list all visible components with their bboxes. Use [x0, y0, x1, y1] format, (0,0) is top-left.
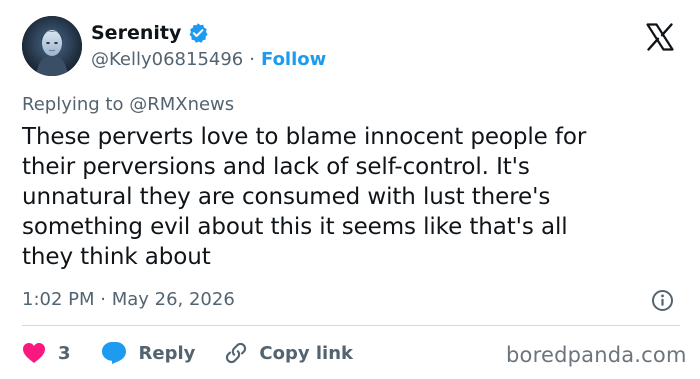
avatar-image: [22, 16, 82, 76]
info-icon[interactable]: [651, 289, 674, 312]
tweet-card: Serenity @Kelly06815496 · Follow Replyin…: [0, 0, 700, 379]
reply-label: Reply: [138, 342, 196, 364]
link-icon: [226, 342, 247, 364]
like-count: 3: [58, 342, 71, 364]
x-logo-icon[interactable]: [645, 22, 675, 52]
avatar[interactable]: [22, 16, 82, 76]
follow-button[interactable]: Follow: [261, 47, 326, 73]
copy-link-button[interactable]: Copy link: [223, 340, 353, 366]
tweet-text: These perverts love to blame innocent pe…: [22, 124, 587, 270]
reply-bubble-icon: [101, 342, 126, 364]
heart-icon: [23, 343, 45, 363]
display-name[interactable]: Serenity: [91, 20, 181, 46]
action-bar: 3 Reply Copy link: [22, 336, 353, 370]
separator-dot: ·: [249, 49, 255, 70]
author-handle[interactable]: @Kelly06815496: [91, 47, 243, 73]
divider: [22, 325, 680, 326]
copy-link-label: Copy link: [259, 342, 353, 364]
author-name-row: Serenity: [91, 20, 209, 46]
replying-to: Replying to @RMXnews: [22, 94, 235, 115]
author-handle-row: @Kelly06815496 · Follow: [91, 47, 326, 73]
reply-button[interactable]: Reply: [101, 341, 196, 365]
verified-badge-icon: [187, 22, 209, 44]
like-button[interactable]: 3: [22, 342, 71, 364]
timestamp[interactable]: 1:02 PM · May 26, 2026: [22, 287, 235, 313]
watermark: boredpanda.com: [506, 343, 687, 367]
